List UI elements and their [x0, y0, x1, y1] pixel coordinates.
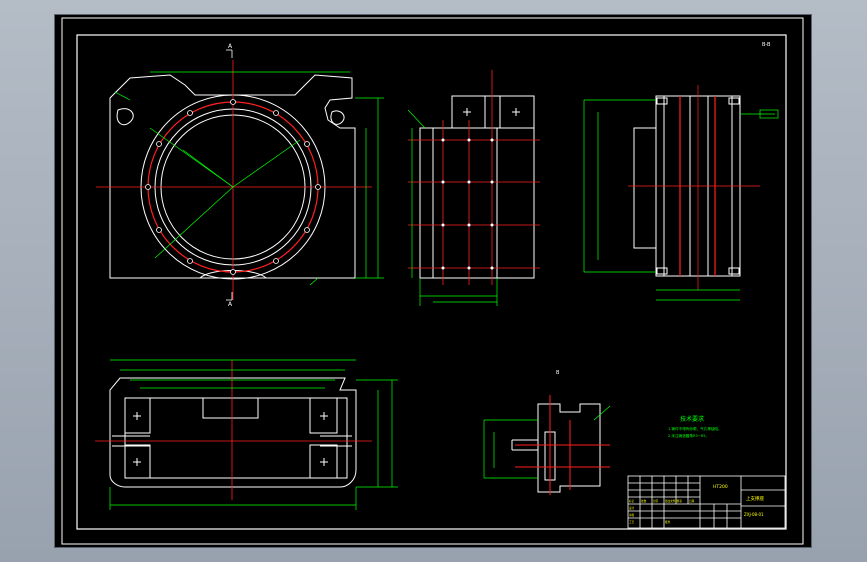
- tb-label-design: 设计: [629, 506, 635, 510]
- front-view: A A: [96, 43, 384, 308]
- tech-req-line-1: 1.铸件不得有砂眼、气孔等缺陷。: [668, 426, 722, 431]
- title-block: HT200 上支撑座 ZXJ-08-01 标记 处数 分区 更改文件号 签名 日…: [627, 475, 786, 529]
- sheet-frame: [61, 17, 804, 545]
- part-name-cell: 上支撑座: [746, 495, 764, 502]
- corner-note: B-B: [762, 42, 771, 48]
- technical-notes: 技术要求 1.铸件不得有砂眼、气孔等缺陷。 2.未注铸造圆角R3~R5。: [668, 415, 722, 438]
- tb-label-qty: 处数: [641, 499, 647, 503]
- tb-label-approve: 批准: [665, 520, 671, 524]
- tb-label-check: 审核: [629, 513, 635, 517]
- tb-label-mark: 标记: [629, 499, 635, 503]
- top-view: [95, 359, 398, 510]
- tb-label-date: 日期: [689, 499, 695, 503]
- tb-label-zone: 分区: [653, 499, 659, 503]
- tb-label-process: 工艺: [629, 520, 635, 524]
- material-cell: HT200: [713, 484, 728, 490]
- cad-viewport[interactable]: A A B 技术要求 1.铸件不得有砂眼、气孔等缺陷。 2.未注铸造圆角R3~R…: [54, 14, 812, 548]
- section-mark-a: A: [228, 43, 233, 50]
- section-view-right: [583, 85, 779, 301]
- detail-view: B: [483, 370, 611, 495]
- section-mark-a-bottom: A: [228, 301, 233, 308]
- tb-label-sign: 签名: [677, 499, 683, 503]
- drawing-sheet: A A B 技术要求 1.铸件不得有砂眼、气孔等缺陷。 2.未注铸造圆角R3~R…: [61, 17, 804, 545]
- detail-label: B: [556, 370, 560, 376]
- tech-req-line-2: 2.未注铸造圆角R3~R5。: [668, 433, 709, 438]
- drawing-number-cell: ZXJ-08-01: [744, 512, 764, 517]
- tech-req-heading: 技术要求: [680, 415, 704, 423]
- side-view: [407, 70, 540, 306]
